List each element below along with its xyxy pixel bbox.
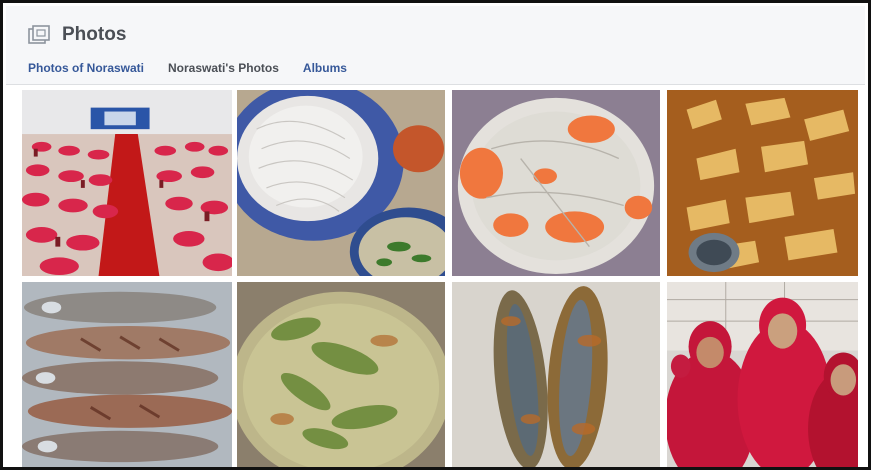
photo-banquet-hall[interactable]: [20, 88, 234, 278]
photo-fried-fish[interactable]: [450, 280, 662, 467]
photo-grid: [20, 88, 860, 467]
photo-tabs: Photos of Noraswati Noraswati's Photos A…: [28, 61, 371, 75]
photo-grilled-fish[interactable]: [20, 280, 234, 467]
photos-panel: Photos Photos of Noraswati Noraswati's P…: [0, 0, 871, 470]
photos-header: Photos Photos of Noraswati Noraswati's P…: [6, 6, 865, 85]
page-title: Photos: [62, 24, 127, 45]
photos-icon: [28, 25, 50, 45]
photo-green-curry[interactable]: [235, 280, 447, 467]
photo-group-selfie[interactable]: [665, 280, 860, 467]
photo-shrimp-dish[interactable]: [450, 88, 662, 278]
tab-albums[interactable]: Albums: [303, 61, 347, 75]
title-row: Photos: [28, 24, 126, 46]
tab-own-photos[interactable]: Noraswati's Photos: [168, 61, 279, 75]
tab-photos-of[interactable]: Photos of Noraswati: [28, 61, 144, 75]
photo-curry-bowl[interactable]: [665, 88, 860, 278]
photo-noodle-plate[interactable]: [235, 88, 447, 278]
